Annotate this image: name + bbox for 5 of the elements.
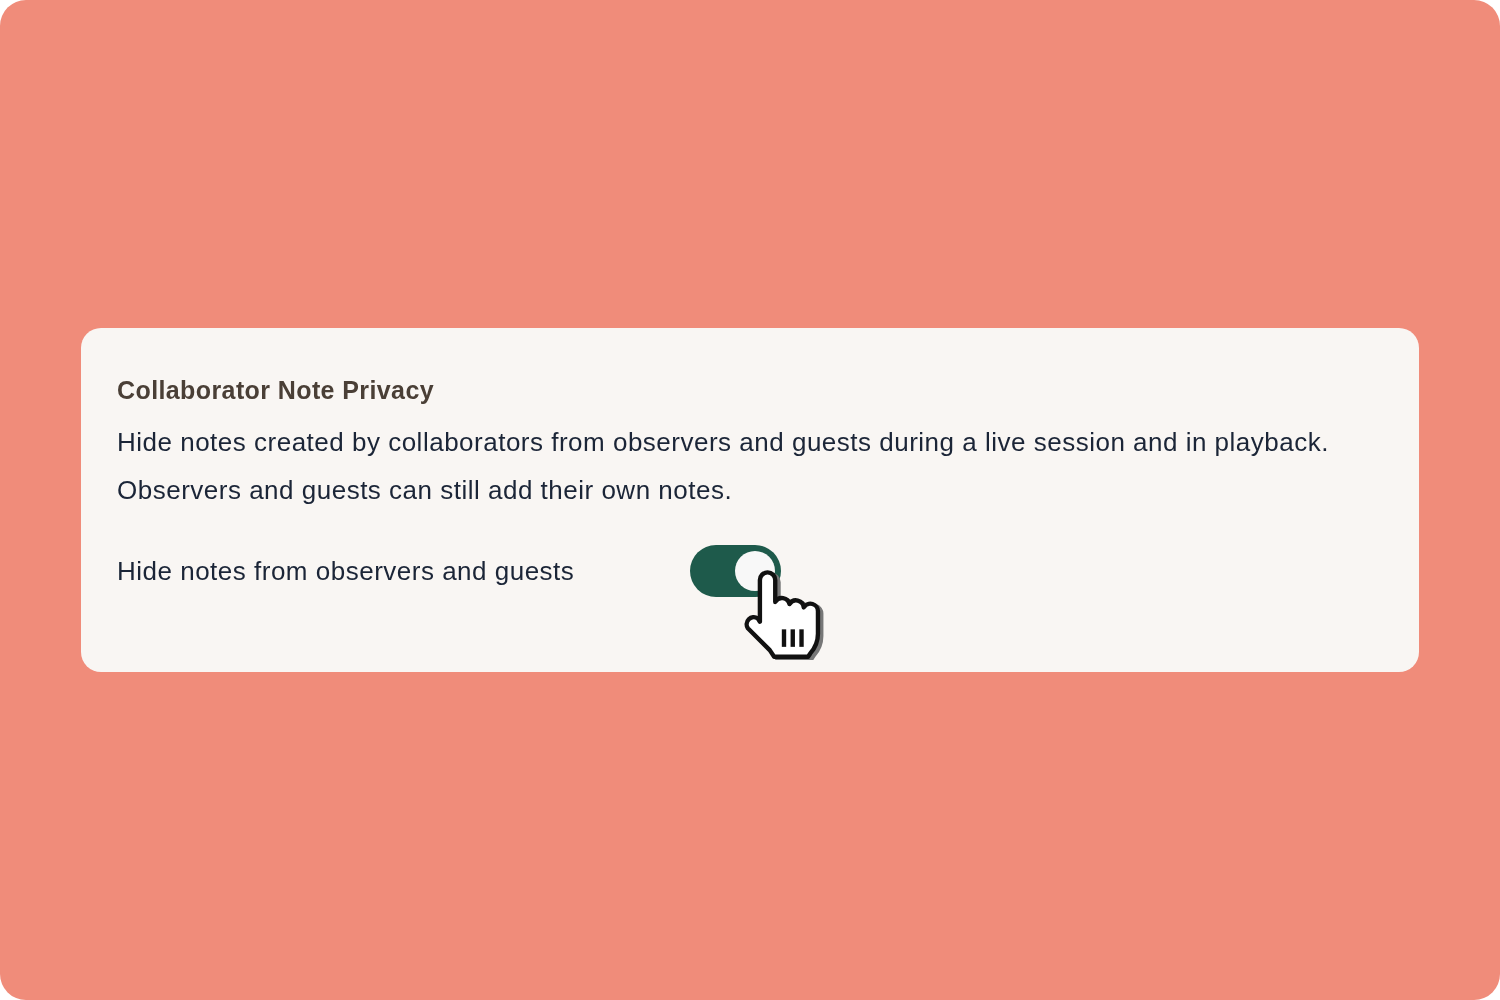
description-text: Observers and guests can still add their own notes.: [117, 474, 734, 507]
description-text: Hide notes created by collaborators from observers and guests during a live session and in playback.: [117, 426, 1330, 459]
hand-cursor-icon: [742, 568, 826, 660]
setting-title: Collaborator Note Privacy: [117, 375, 436, 405]
toggle-label: Hide notes from observers and guests: [117, 555, 576, 588]
